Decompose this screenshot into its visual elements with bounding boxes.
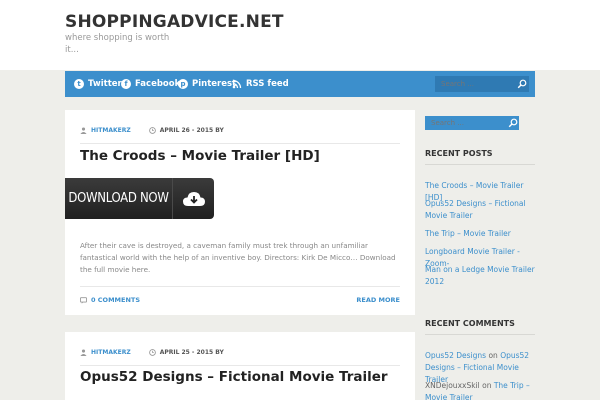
sidebar-search-input[interactable] [425,116,519,130]
post-meta: HITMAKERZ APRIL 26 - 2015 BY [80,127,224,134]
recent-post-link[interactable]: Man on a Ledge Movie Trailer 2012 [425,264,540,288]
widget-divider [425,164,535,165]
user-icon [80,349,87,356]
nav-item-pinterest[interactable]: p Pinterest [178,71,236,97]
nav-item-rss[interactable]: RSS feed [232,71,289,97]
post-footer: 0 COMMENTS READ MORE [80,296,400,308]
download-now-button[interactable]: DOWNLOAD NOW [65,178,214,219]
clock-icon [148,127,156,134]
post-title[interactable]: Opus52 Designs – Fictional Movie Trailer [80,369,388,385]
post-card: HITMAKERZ APRIL 26 - 2015 BY The Croods … [65,110,415,315]
download-icon-wrap [173,178,214,219]
download-button-label: DOWNLOAD NOW [68,191,169,206]
user-icon [80,127,87,134]
pinterest-icon: p [178,79,188,89]
site-title[interactable]: SHOPPINGADVICE.NET [65,12,284,32]
recent-comments-title: RECENT COMMENTS [425,319,515,328]
rss-icon [232,79,242,89]
comments-count: 0 COMMENTS [91,296,141,304]
divider [80,365,400,366]
post-author[interactable]: HITMAKERZ [91,127,131,134]
recent-posts-title: RECENT POSTS [425,149,493,158]
nav-item-twitter[interactable]: t Twitter [74,71,122,97]
search-icon[interactable] [517,79,527,89]
facebook-icon: f [121,79,131,89]
post-excerpt: After their cave is destroyed, a caveman… [80,241,396,274]
comment-on-text: on [488,351,498,360]
post-author[interactable]: HITMAKERZ [91,349,131,356]
nav-item-facebook[interactable]: f Facebook [121,71,180,97]
site-header: SHOPPINGADVICE.NET where shopping is wor… [0,0,600,70]
clock-icon [148,349,156,356]
recent-post-link[interactable]: The Trip – Movie Trailer [425,228,540,240]
divider [80,286,400,287]
post-date: APRIL 25 - 2015 BY [159,349,224,356]
nav-item-label: Facebook [135,79,181,89]
site-tagline: where shopping is worth it... [65,33,170,55]
read-more-link[interactable]: READ MORE [356,296,400,304]
comments-link[interactable]: 0 COMMENTS [80,296,140,304]
post-card: HITMAKERZ APRIL 25 - 2015 BY Opus52 Desi… [65,332,415,400]
nav-item-label: Twitter [88,79,122,89]
search-icon[interactable] [508,118,518,128]
cloud-download-icon [182,191,205,206]
widget-divider [425,334,535,335]
recent-comment: XNDejouxxSkil on The Trip – Movie Traile… [425,380,540,400]
comment-on-text: on [482,381,492,390]
recent-post-link[interactable]: Opus52 Designs – Fictional Movie Trailer [425,198,540,222]
nav-item-label: RSS feed [246,79,289,89]
nav-bar: t Twitter f Facebook p Pinterest RSS fee… [65,71,535,97]
comment-icon [80,296,87,304]
divider [80,143,400,144]
nav-item-label: Pinterest [192,79,237,89]
comment-author-link[interactable]: Opus52 Designs [425,351,486,360]
twitter-icon: t [74,79,84,89]
comment-author: XNDejouxxSkil [425,381,480,390]
post-meta: HITMAKERZ APRIL 25 - 2015 BY [80,349,224,356]
post-date: APRIL 26 - 2015 BY [159,127,224,134]
nav-search-input[interactable] [435,76,529,92]
post-title[interactable]: The Croods – Movie Trailer [HD] [80,148,320,164]
